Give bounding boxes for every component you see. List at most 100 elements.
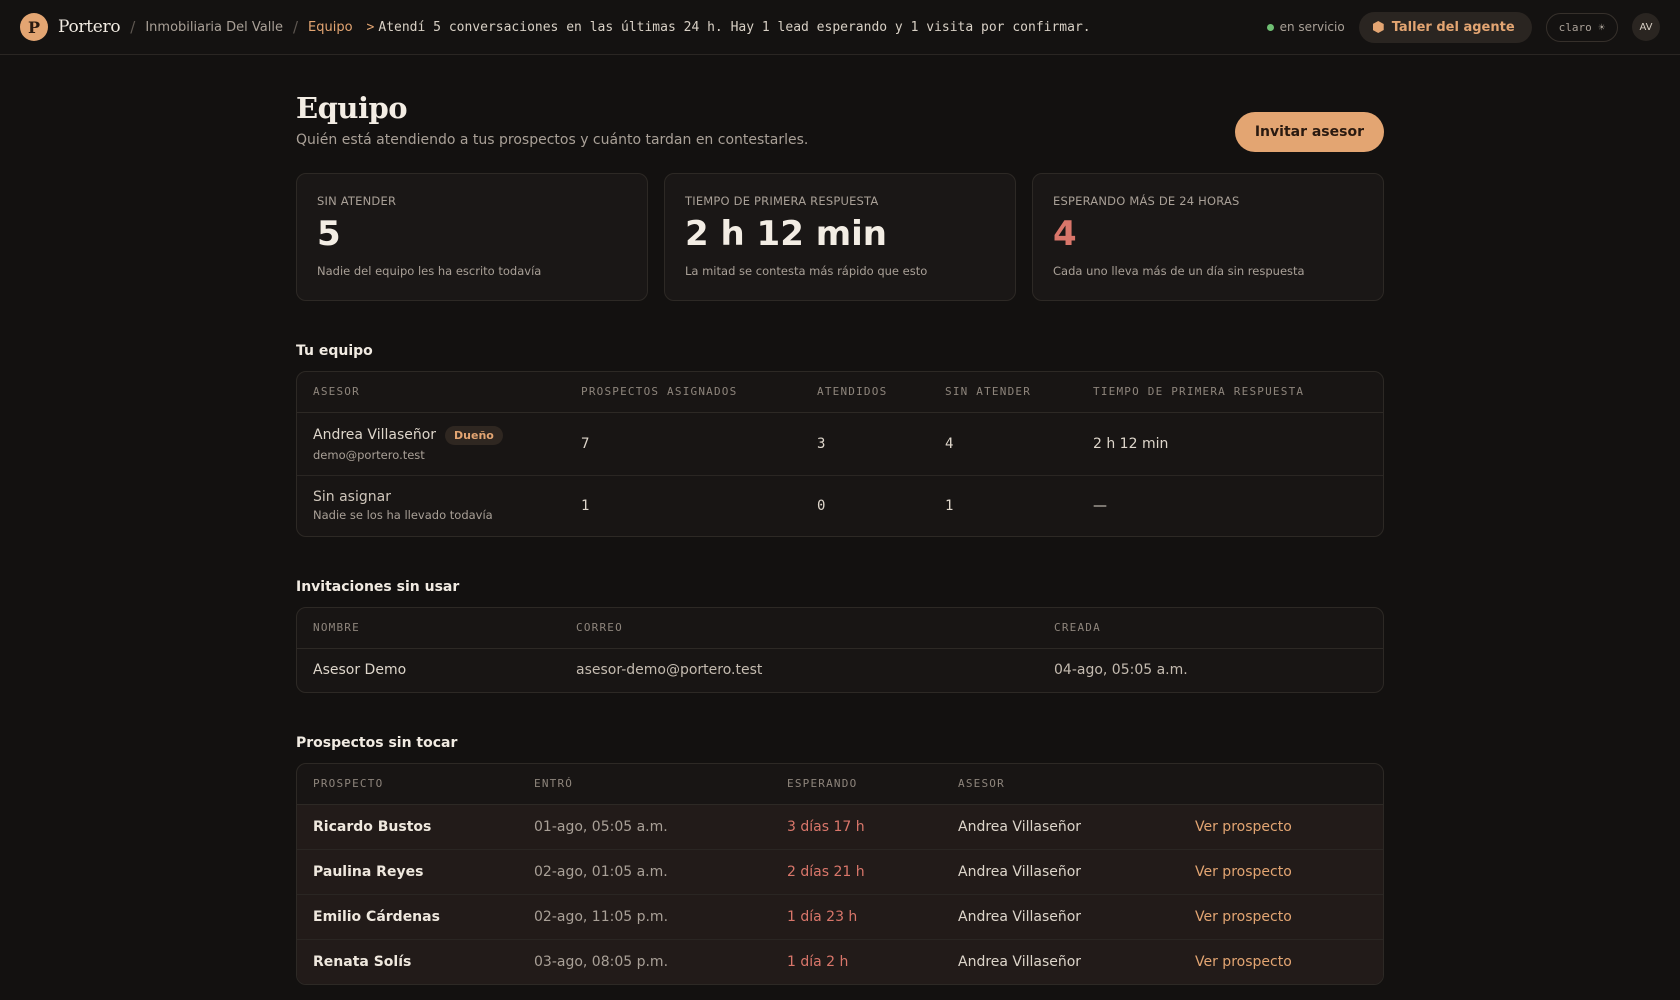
lead-entered: 02-ago, 11:05 p.m. — [518, 894, 771, 940]
team-table-card: ASESOR PROSPECTOS ASIGNADOS ATENDIDOS SI… — [296, 371, 1384, 537]
table-row[interactable]: Asesor Demo asesor-demo@portero.test 04-… — [297, 648, 1383, 692]
column-header: TIEMPO DE PRIMERA RESPUESTA — [1077, 372, 1383, 413]
assigned-count: 1 — [581, 497, 590, 514]
column-header: NOMBRE — [297, 608, 560, 649]
pending-count: 1 — [945, 497, 954, 514]
column-header: ASESOR — [942, 764, 1179, 805]
lead-entered: 01-ago, 05:05 a.m. — [518, 804, 771, 850]
invite-name: Asesor Demo — [313, 662, 407, 679]
column-header: SIN ATENDER — [929, 372, 1077, 413]
stat-description: Cada uno lleva más de un día sin respues… — [1053, 264, 1305, 278]
stat-card-unattended: SIN ATENDER 5 Nadie del equipo les ha es… — [296, 173, 648, 301]
attended-count: 3 — [801, 412, 929, 476]
top-bar: P Portero / Inmobiliaria Del Valle / Equ… — [0, 0, 1680, 55]
advisor-email: demo@portero.test — [313, 447, 425, 462]
agent-workshop-label: Taller del agente — [1391, 19, 1515, 35]
section-title-invites: Invitaciones sin usar — [296, 579, 460, 595]
stat-card-waiting-24h: ESPERANDO MÁS DE 24 HORAS 4 Cada uno lle… — [1032, 173, 1384, 301]
stat-label: SIN ATENDER — [317, 194, 397, 208]
brand-name[interactable]: Portero — [58, 17, 121, 37]
table-row[interactable]: Paulina Reyes 02-ago, 01:05 a.m. 2 días … — [297, 849, 1383, 895]
hexagon-icon — [1372, 21, 1384, 33]
stat-label: TIEMPO DE PRIMERA RESPUESTA — [685, 194, 879, 208]
invites-table: NOMBRE CORREO CREADA Asesor Demo asesor-… — [297, 608, 1383, 692]
table-row[interactable]: Emilio Cárdenas 02-ago, 11:05 p.m. 1 día… — [297, 894, 1383, 940]
section-title-team: Tu equipo — [296, 343, 373, 359]
pending-count: 4 — [929, 412, 1077, 476]
lead-name: Ricardo Bustos — [297, 804, 518, 850]
lead-waiting: 1 día 23 h — [771, 894, 942, 940]
owner-badge: Dueño — [445, 425, 503, 445]
attended-count: 0 — [817, 497, 826, 514]
section-title-leads: Prospectos sin tocar — [296, 735, 458, 751]
view-lead-link[interactable]: Ver prospecto — [1179, 804, 1383, 850]
view-lead-link[interactable]: Ver prospecto — [1179, 894, 1383, 940]
table-header-row: PROSPECTO ENTRÓ ESPERANDO ASESOR — [297, 764, 1383, 805]
breadcrumb-separator: / — [292, 18, 299, 36]
column-header: PROSPECTOS ASIGNADOS — [565, 372, 801, 413]
invite-email: asesor-demo@portero.test — [576, 662, 763, 679]
invite-advisor-button[interactable]: Invitar asesor — [1234, 112, 1384, 152]
table-header-row: ASESOR PROSPECTOS ASIGNADOS ATENDIDOS SI… — [297, 372, 1383, 413]
invite-created: 04-ago, 05:05 a.m. — [1054, 662, 1188, 679]
main-content: Equipo Quién está atendiendo a tus prosp… — [296, 55, 1384, 985]
table-header-row: NOMBRE CORREO CREADA — [297, 608, 1383, 649]
breadcrumb-org[interactable]: Inmobiliaria Del Valle — [145, 20, 283, 35]
lead-advisor: Andrea Villaseñor — [942, 939, 1179, 984]
avatar[interactable]: AV — [1632, 13, 1660, 41]
column-header — [1179, 764, 1383, 805]
column-header: ESPERANDO — [771, 764, 942, 805]
lead-name: Paulina Reyes — [297, 849, 518, 895]
column-header: ATENDIDOS — [801, 372, 929, 413]
lead-advisor: Andrea Villaseñor — [942, 804, 1179, 850]
stat-description: Nadie del equipo les ha escrito todavía — [317, 264, 542, 278]
lead-waiting: 3 días 17 h — [771, 804, 942, 850]
table-row[interactable]: Renata Solís 03-ago, 08:05 p.m. 1 día 2 … — [297, 939, 1383, 984]
first-response-time: — — [1093, 497, 1107, 514]
column-header: CORREO — [560, 608, 1038, 649]
advisor-name: Sin asignar — [313, 489, 391, 506]
view-lead-link[interactable]: Ver prospecto — [1179, 939, 1383, 984]
service-status-label: en servicio — [1279, 20, 1345, 34]
table-row[interactable]: Sin asignar Nadie se los ha llevado toda… — [297, 475, 1383, 536]
stat-value: 5 — [317, 214, 341, 254]
view-lead-link[interactable]: Ver prospecto — [1179, 849, 1383, 895]
logo-icon[interactable]: P — [20, 13, 48, 41]
leads-table-card: PROSPECTO ENTRÓ ESPERANDO ASESOR Ricardo… — [296, 763, 1384, 985]
lead-advisor: Andrea Villaseñor — [942, 894, 1179, 940]
breadcrumb-current[interactable]: Equipo — [308, 20, 353, 35]
column-header: CREADA — [1038, 608, 1383, 649]
column-header: ENTRÓ — [518, 764, 771, 805]
prompt-icon: > — [366, 19, 375, 35]
lead-entered: 02-ago, 01:05 a.m. — [518, 849, 771, 895]
team-table: ASESOR PROSPECTOS ASIGNADOS ATENDIDOS SI… — [297, 372, 1383, 536]
lead-name: Renata Solís — [297, 939, 518, 984]
column-header: ASESOR — [297, 372, 565, 413]
page-subtitle: Quién está atendiendo a tus prospectos y… — [296, 132, 809, 148]
theme-toggle-button[interactable]: claro ☀ — [1545, 12, 1618, 42]
stat-label: ESPERANDO MÁS DE 24 HORAS — [1053, 194, 1240, 208]
advisor-name: Andrea Villaseñor — [313, 427, 437, 443]
table-row[interactable]: Andrea Villaseñor Dueño demo@portero.test… — [297, 412, 1383, 476]
first-response-time: 2 h 12 min — [1077, 412, 1383, 476]
stat-value: 2 h 12 min — [685, 214, 887, 254]
top-right-controls: en servicio Taller del agente claro ☀ AV — [1266, 11, 1660, 43]
agent-workshop-button[interactable]: Taller del agente — [1358, 11, 1532, 43]
lead-waiting: 1 día 2 h — [771, 939, 942, 984]
leads-table: PROSPECTO ENTRÓ ESPERANDO ASESOR Ricardo… — [297, 764, 1383, 984]
table-row[interactable]: Ricardo Bustos 01-ago, 05:05 a.m. 3 días… — [297, 804, 1383, 850]
lead-waiting: 2 días 21 h — [771, 849, 942, 895]
agent-summary-text: Atendí 5 conversaciones en las últimas 2… — [378, 19, 1091, 35]
assigned-count: 7 — [565, 412, 801, 476]
lead-entered: 03-ago, 08:05 p.m. — [518, 939, 771, 984]
stat-description: La mitad se contesta más rápido que esto — [685, 264, 928, 278]
page-title: Equipo — [296, 91, 408, 125]
invites-table-card: NOMBRE CORREO CREADA Asesor Demo asesor-… — [296, 607, 1384, 693]
status-dot-icon — [1266, 23, 1274, 31]
lead-name: Emilio Cárdenas — [297, 894, 518, 940]
stat-value: 4 — [1053, 214, 1077, 254]
agent-summary: > Atendí 5 conversaciones en las últimas … — [367, 20, 1091, 35]
stats-row: SIN ATENDER 5 Nadie del equipo les ha es… — [296, 173, 1384, 301]
advisor-note: Nadie se los ha llevado todavía — [313, 508, 493, 523]
lead-advisor: Andrea Villaseñor — [942, 849, 1179, 895]
